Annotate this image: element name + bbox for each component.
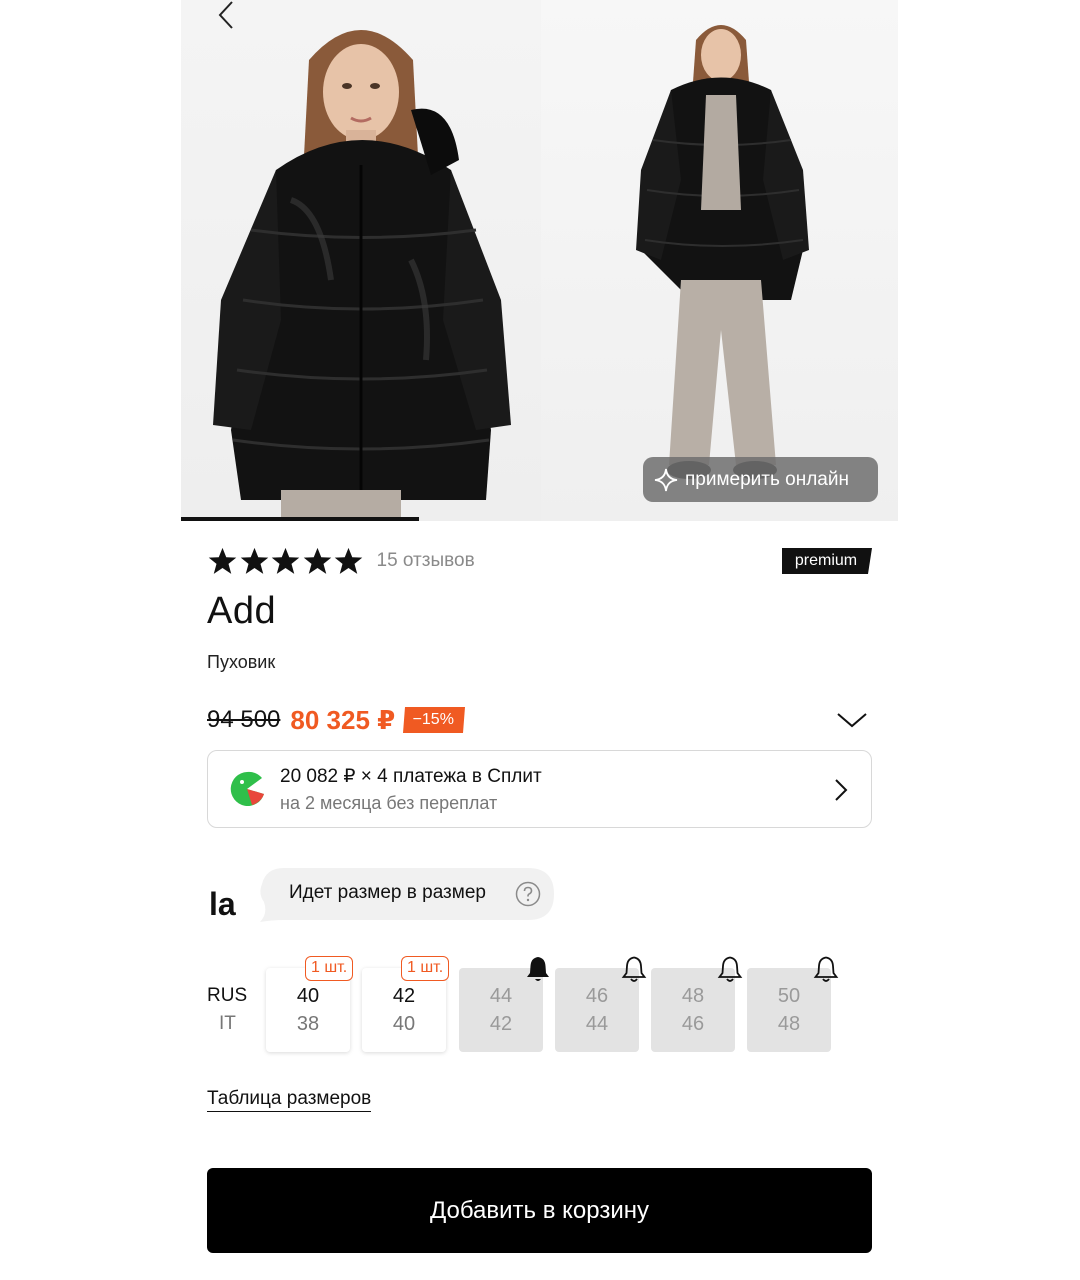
question-icon[interactable] bbox=[515, 881, 541, 907]
star-icon bbox=[240, 547, 268, 574]
chevron-right-icon bbox=[835, 779, 848, 801]
rating-row: 15 отзывов bbox=[207, 545, 475, 577]
size-it: 44 bbox=[585, 1013, 609, 1035]
product-type: Пуховик bbox=[207, 652, 276, 672]
brand-logo: la bbox=[209, 886, 236, 922]
size-rus: 50 bbox=[777, 985, 801, 1007]
size-rus: 44 bbox=[489, 985, 513, 1007]
size-label-rus: RUS bbox=[207, 985, 248, 1006]
try-on-label: примерить онлайн bbox=[685, 468, 849, 490]
try-on-button[interactable]: примерить онлайн bbox=[643, 457, 878, 502]
bell-icon[interactable] bbox=[717, 955, 743, 983]
stock-badge: 1 шт. bbox=[305, 956, 354, 981]
discount-label: −15% bbox=[412, 711, 454, 728]
star-icon bbox=[303, 547, 331, 574]
product-page: примерить онлайн 15 отзывов premium Add … bbox=[0, 0, 1080, 1280]
brand-name[interactable]: Add bbox=[207, 590, 276, 633]
product-photo-front[interactable] bbox=[181, 0, 541, 521]
bell-icon[interactable] bbox=[813, 955, 839, 983]
old-price: 94 500 bbox=[207, 706, 281, 733]
chevron-left-icon bbox=[218, 1, 233, 29]
bell-icon[interactable] bbox=[621, 955, 647, 983]
gallery-progress-indicator bbox=[181, 517, 419, 521]
stock-badge: 1 шт. bbox=[401, 956, 450, 981]
rating-stars bbox=[207, 546, 365, 576]
size-it: 40 bbox=[392, 1013, 416, 1035]
add-to-cart-button[interactable]: Добавить в корзину bbox=[207, 1168, 872, 1253]
size-it: 38 bbox=[296, 1013, 320, 1035]
size-rus: 46 bbox=[585, 985, 609, 1007]
bell-filled-icon[interactable] bbox=[525, 955, 551, 983]
back-button[interactable] bbox=[210, 0, 242, 32]
product-gallery[interactable] bbox=[181, 0, 898, 521]
size-it: 42 bbox=[489, 1013, 513, 1035]
split-main-text: 20 082 ₽ × 4 платежа в Сплит bbox=[280, 766, 542, 787]
product-photo-full[interactable] bbox=[541, 0, 898, 521]
price-row: 94 500 80 325 ₽ −15% bbox=[207, 703, 872, 737]
size-it: 48 bbox=[777, 1013, 801, 1035]
star-icon bbox=[271, 547, 300, 574]
split-logo-icon bbox=[230, 771, 264, 806]
fit-text: Идет размер в размер bbox=[289, 882, 486, 903]
split-payment-card[interactable]: 20 082 ₽ × 4 платежа в Сплит на 2 месяца… bbox=[207, 750, 872, 828]
reviews-link[interactable]: 15 отзывов bbox=[377, 550, 475, 572]
discount-badge: −15% bbox=[403, 707, 466, 733]
split-sub-text: на 2 месяца без переплат bbox=[280, 793, 498, 813]
premium-badge-label: premium bbox=[794, 552, 858, 569]
star-icon bbox=[208, 547, 237, 574]
sparkle-icon bbox=[654, 468, 678, 491]
star-icon bbox=[334, 547, 363, 574]
premium-badge: premium bbox=[782, 548, 872, 574]
chevron-down-icon[interactable] bbox=[836, 710, 868, 730]
size-label-it: IT bbox=[219, 1013, 236, 1034]
size-it: 46 bbox=[681, 1013, 705, 1035]
size-table-link[interactable]: Таблица размеров bbox=[207, 1088, 372, 1112]
size-rus: 40 bbox=[296, 985, 320, 1007]
size-rus: 48 bbox=[681, 985, 705, 1007]
size-rus: 42 bbox=[392, 985, 416, 1007]
current-price: 80 325 ₽ bbox=[290, 704, 396, 735]
